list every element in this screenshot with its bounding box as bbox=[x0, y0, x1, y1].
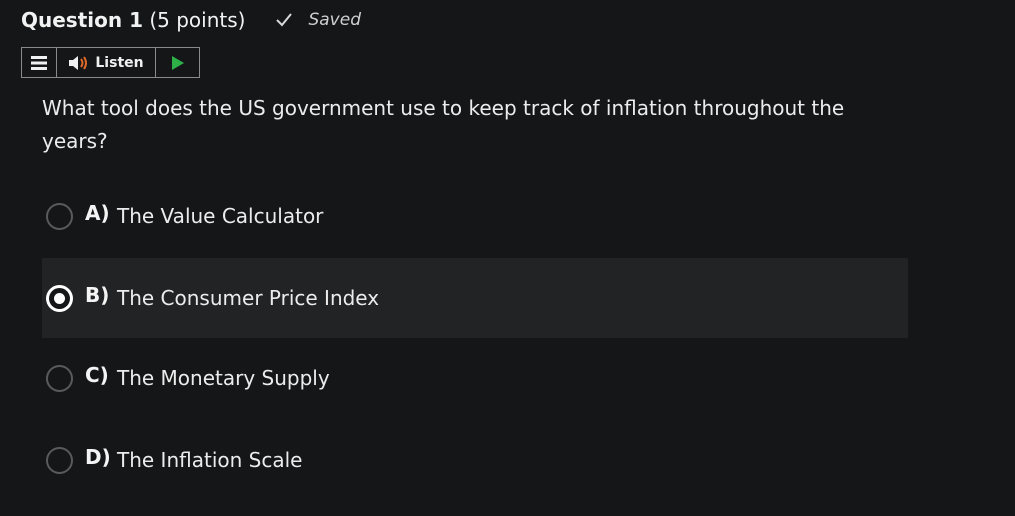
saved-status: Saved bbox=[275, 10, 361, 30]
option-b-letter: B) bbox=[85, 283, 110, 307]
read-aloud-toolbar: Listen bbox=[21, 47, 200, 78]
listen-button[interactable]: Listen bbox=[57, 48, 156, 77]
question-heading: Question 1 (5 points) bbox=[21, 8, 245, 32]
option-c[interactable]: C) The Monetary Supply bbox=[42, 338, 908, 418]
option-b-text: The Consumer Price Index bbox=[117, 286, 380, 310]
hamburger-menu-icon bbox=[31, 55, 47, 70]
option-b-radio[interactable] bbox=[46, 284, 73, 312]
check-icon bbox=[276, 13, 293, 27]
listen-label: Listen bbox=[95, 54, 144, 71]
question-header: Question 1 (5 points) Saved bbox=[21, 8, 361, 32]
option-c-letter: C) bbox=[85, 363, 109, 387]
option-c-text: The Monetary Supply bbox=[117, 366, 330, 390]
option-a[interactable]: A) The Value Calculator bbox=[42, 176, 908, 256]
option-d[interactable]: D) The Inflation Scale bbox=[42, 420, 908, 500]
question-points: (5 points) bbox=[149, 8, 246, 32]
play-icon bbox=[171, 55, 184, 70]
option-d-letter: D) bbox=[85, 445, 111, 469]
option-c-radio[interactable] bbox=[46, 364, 73, 392]
option-d-radio[interactable] bbox=[46, 446, 73, 474]
play-button[interactable] bbox=[156, 48, 199, 77]
option-a-text: The Value Calculator bbox=[117, 204, 324, 228]
quiz-page: Question 1 (5 points) Saved Listen What … bbox=[0, 0, 1015, 516]
option-a-letter: A) bbox=[85, 201, 110, 225]
option-b[interactable]: B) The Consumer Price Index bbox=[42, 258, 908, 338]
speaker-icon bbox=[69, 55, 88, 70]
question-text: What tool does the US government use to … bbox=[42, 96, 845, 153]
option-a-radio[interactable] bbox=[46, 202, 73, 230]
option-d-text: The Inflation Scale bbox=[117, 448, 303, 472]
saved-label: Saved bbox=[308, 10, 361, 30]
question-number: Question 1 bbox=[21, 8, 143, 32]
toolbar-menu-button[interactable] bbox=[22, 48, 57, 77]
